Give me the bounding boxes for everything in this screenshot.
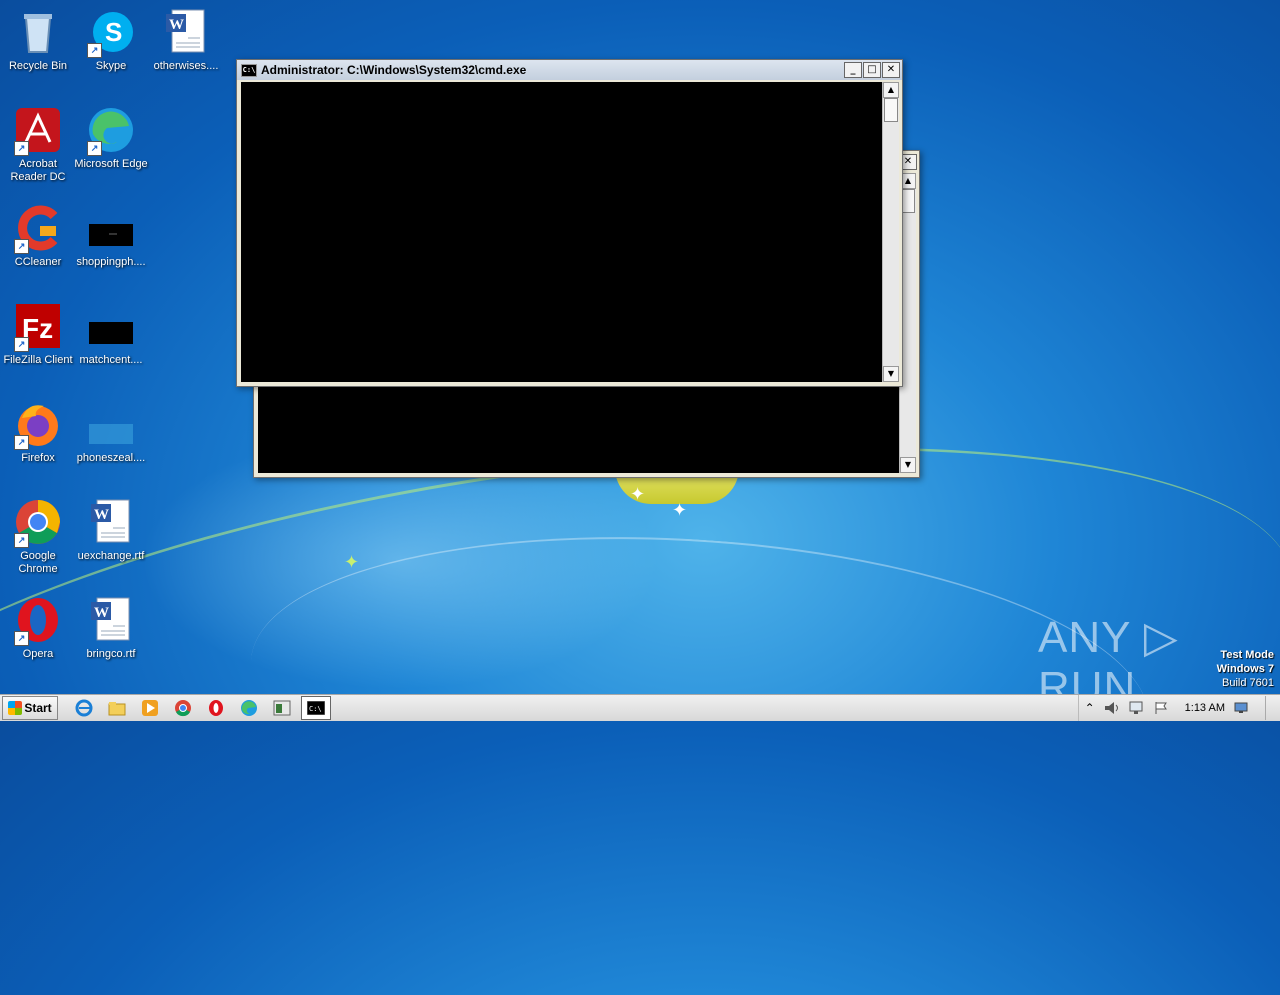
window-title: Administrator: C:\Windows\System32\cmd.e… [261,63,527,77]
clock[interactable]: 1:13 AM [1185,702,1225,714]
close-button[interactable]: ✕ [882,62,900,78]
desktop-icon-recycle-bin[interactable]: Recycle Bin [0,8,76,73]
cmd-icon: C:\ [307,701,325,715]
svg-text:S: S [105,17,122,47]
desktop-icon-matchcent[interactable]: matchcent.... [73,302,149,367]
skype-icon: S ↗ [87,8,135,58]
sparkle-icon: ✦ [344,552,360,573]
scroll-up-button[interactable]: ▲ [883,82,899,98]
desktop-icon-firefox[interactable]: ↗ Firefox [0,400,76,465]
firefox-icon: ↗ [14,400,62,450]
word-doc-icon: W [87,596,135,644]
chrome-icon [175,700,191,717]
system-tray: ⌃ 1:13 AM [1077,695,1280,721]
shortcut-arrow-icon: ↗ [14,631,29,646]
svg-text:W: W [94,605,109,621]
minimize-button[interactable]: _ [844,62,862,78]
shortcut-arrow-icon: ↗ [87,141,102,156]
desktop-icon-ccleaner[interactable]: ↗ CCleaner [0,204,76,269]
down-arrow-icon: ▼ [904,460,912,469]
taskbar-chrome-button[interactable] [169,697,197,719]
shortcut-arrow-icon: ↗ [87,43,102,58]
sparkle-icon: ✦ [630,484,646,505]
vertical-scrollbar[interactable]: ▲ ▼ [882,82,899,382]
close-icon: ✕ [903,156,913,167]
console-output[interactable] [241,82,882,382]
cmd-window[interactable]: C:\ Administrator: C:\Windows\System32\c… [236,59,903,387]
shortcut-arrow-icon: ↗ [14,239,29,254]
svg-text:W: W [169,17,184,33]
desktop-icon-shoppingph[interactable]: shoppingph.... [73,204,149,269]
scroll-down-button[interactable]: ▼ [900,457,916,473]
windows-flag-icon [8,701,23,715]
shortcut-arrow-icon: ↗ [14,337,29,352]
word-doc-icon: W [162,8,210,56]
chrome-icon: ↗ [14,498,62,548]
image-file-icon [87,400,135,448]
window-icon [273,700,291,716]
desktop-icon-phoneszeal[interactable]: phoneszeal.... [73,400,149,465]
taskbar-ie-button[interactable] [70,697,98,719]
desktop-icon-uexchange[interactable]: W uexchange.rtf [73,498,149,563]
shortcut-arrow-icon: ↗ [14,533,29,548]
svg-text:W: W [94,507,109,523]
shortcut-arrow-icon: ↗ [14,435,29,450]
maximize-button[interactable]: □ [863,62,881,78]
start-button[interactable]: Start [2,696,58,720]
desktop-icon-otherwises[interactable]: W otherwises.... [148,8,224,73]
recycle-bin-icon [14,8,62,56]
svg-text:C:\: C:\ [309,705,322,713]
taskbar: Start C:\ ⌃ 1:13 AM [0,694,1280,721]
monitor-icon[interactable] [1234,702,1248,714]
title-bar[interactable]: C:\ Administrator: C:\Windows\System32\c… [237,60,902,80]
taskbar-cmd-button[interactable]: C:\ [301,696,331,720]
edge-icon [241,700,257,716]
media-player-icon [142,700,158,716]
scroll-thumb[interactable] [884,98,898,122]
sparkle-icon: ✦ [672,500,688,521]
up-arrow-icon: ▲ [887,85,895,94]
image-file-icon [87,302,135,350]
minimize-icon: _ [850,64,856,75]
edge-icon: ↗ [87,106,135,156]
scroll-down-button[interactable]: ▼ [883,366,899,382]
taskbar-window-button[interactable] [268,697,296,719]
desktop-icon-bringco[interactable]: W bringco.rtf [73,596,149,661]
scroll-thumb[interactable] [901,189,915,213]
filezilla-icon: Fz ↗ [14,302,62,352]
desktop-icon-edge[interactable]: ↗ Microsoft Edge [73,106,149,171]
network-icon[interactable] [1129,701,1145,715]
speaker-icon[interactable] [1104,701,1120,715]
taskbar-opera-button[interactable] [202,697,230,719]
up-arrow-icon: ▲ [904,176,912,185]
image-file-icon [87,204,135,252]
desktop-icon-chrome[interactable]: ↗ Google Chrome [0,498,76,576]
test-mode-notice: Test Mode Windows 7 Build 7601 [1216,649,1274,689]
show-hidden-icons-button[interactable]: ⌃ [1085,701,1095,715]
maximize-icon: □ [867,64,877,75]
taskbar-media-player-button[interactable] [136,697,164,719]
explorer-icon [108,702,126,716]
action-center-flag-icon[interactable] [1154,701,1168,715]
ccleaner-icon: ↗ [14,204,62,254]
taskbar-explorer-button[interactable] [103,697,131,719]
show-desktop-button[interactable] [1265,696,1280,720]
taskbar-edge-button[interactable] [235,697,263,719]
word-doc-icon: W [87,498,135,546]
desktop-icon-opera[interactable]: ↗ Opera [0,596,76,661]
ie-icon [75,699,93,717]
acrobat-icon: ↗ [14,106,62,156]
desktop-icon-acrobat[interactable]: ↗ Acrobat Reader DC [0,106,76,184]
down-arrow-icon: ▼ [887,369,895,378]
opera-icon [209,700,223,716]
shortcut-arrow-icon: ↗ [14,141,29,156]
desktop-icon-filezilla[interactable]: Fz ↗ FileZilla Client [0,302,76,367]
close-icon: ✕ [886,64,896,75]
cmd-icon: C:\ [241,63,257,77]
desktop-icon-skype[interactable]: S ↗ Skype [73,8,149,73]
opera-icon: ↗ [14,596,62,646]
